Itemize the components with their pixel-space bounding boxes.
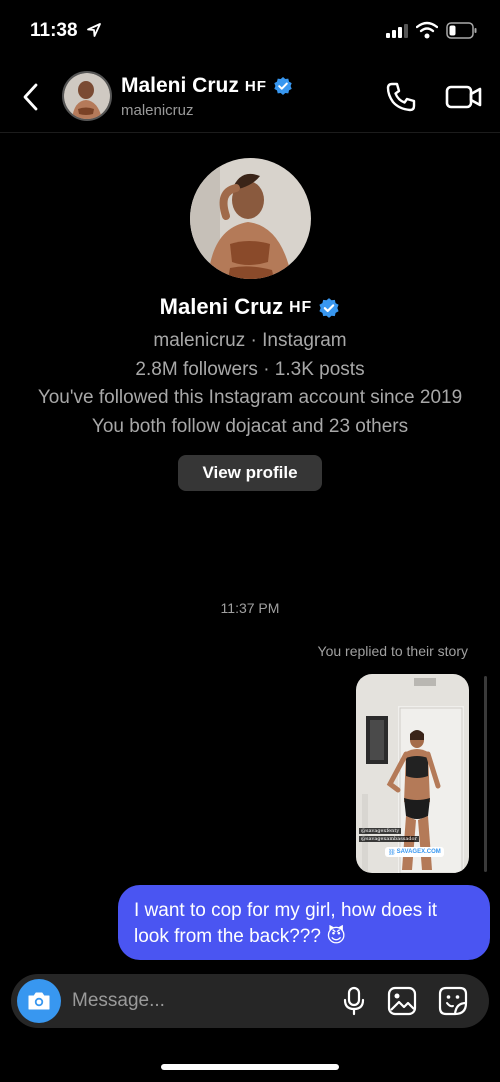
sticker-icon[interactable] (438, 986, 468, 1016)
story-reply-note: You replied to their story (317, 643, 468, 659)
camera-icon (28, 992, 50, 1010)
header-name[interactable]: Maleni Cruz HF (121, 74, 293, 98)
story-link-text: SAVAGEX.COM (396, 849, 441, 855)
header-divider (0, 132, 500, 133)
header-username: malenicruz (121, 102, 194, 119)
profile-name: Maleni Cruz HF (0, 294, 500, 320)
gallery-icon[interactable] (387, 986, 417, 1016)
location-arrow-icon (87, 23, 101, 37)
phone-call-icon[interactable] (384, 80, 418, 114)
cellular-signal-icon (386, 24, 408, 38)
story-link-sticker[interactable]: ⛓ SAVAGEX.COM (385, 847, 444, 857)
profile-followed-since: You've followed this Instagram account s… (37, 387, 463, 408)
back-chevron-icon[interactable] (18, 80, 46, 114)
sent-message-text: I want to cop for my girl, how does it l… (134, 900, 438, 947)
story-caption-tag-2: @savagexambassador (359, 836, 419, 842)
verified-badge-icon (274, 77, 292, 96)
microphone-icon[interactable] (340, 986, 368, 1016)
profile-name-tag: HF (289, 299, 313, 317)
wifi-icon (416, 21, 438, 39)
profile-mutual-follows: You both follow dojacat and 23 others (91, 416, 409, 437)
camera-button[interactable] (17, 979, 61, 1023)
header-name-text: Maleni Cruz (121, 74, 239, 97)
sent-message-bubble[interactable]: I want to cop for my girl, how does it l… (118, 885, 490, 960)
message-input[interactable] (72, 985, 322, 1017)
home-indicator (161, 1064, 339, 1070)
verified-badge-icon (319, 298, 339, 319)
view-profile-button[interactable]: View profile (178, 455, 322, 491)
profile-username-platform: malenicruz · Instagram (153, 330, 347, 351)
header-name-tag: HF (244, 77, 268, 95)
profile-avatar[interactable] (190, 158, 311, 279)
profile-name-text: Maleni Cruz (159, 294, 284, 319)
link-icon: ⛓ (388, 849, 396, 856)
status-time: 11:38 (30, 20, 78, 41)
profile-stats: 2.8M followers · 1.3K posts (135, 359, 365, 380)
battery-icon (446, 22, 477, 39)
story-caption-tag-1: @savagexfenty (359, 828, 402, 834)
video-call-icon[interactable] (444, 80, 484, 114)
scroll-indicator (484, 676, 487, 872)
message-timestamp: 11:37 PM (220, 600, 280, 616)
story-thumbnail[interactable]: @savagexfenty @savagexambassador ⛓ SAVAG… (356, 674, 469, 873)
header-avatar[interactable] (62, 71, 112, 121)
